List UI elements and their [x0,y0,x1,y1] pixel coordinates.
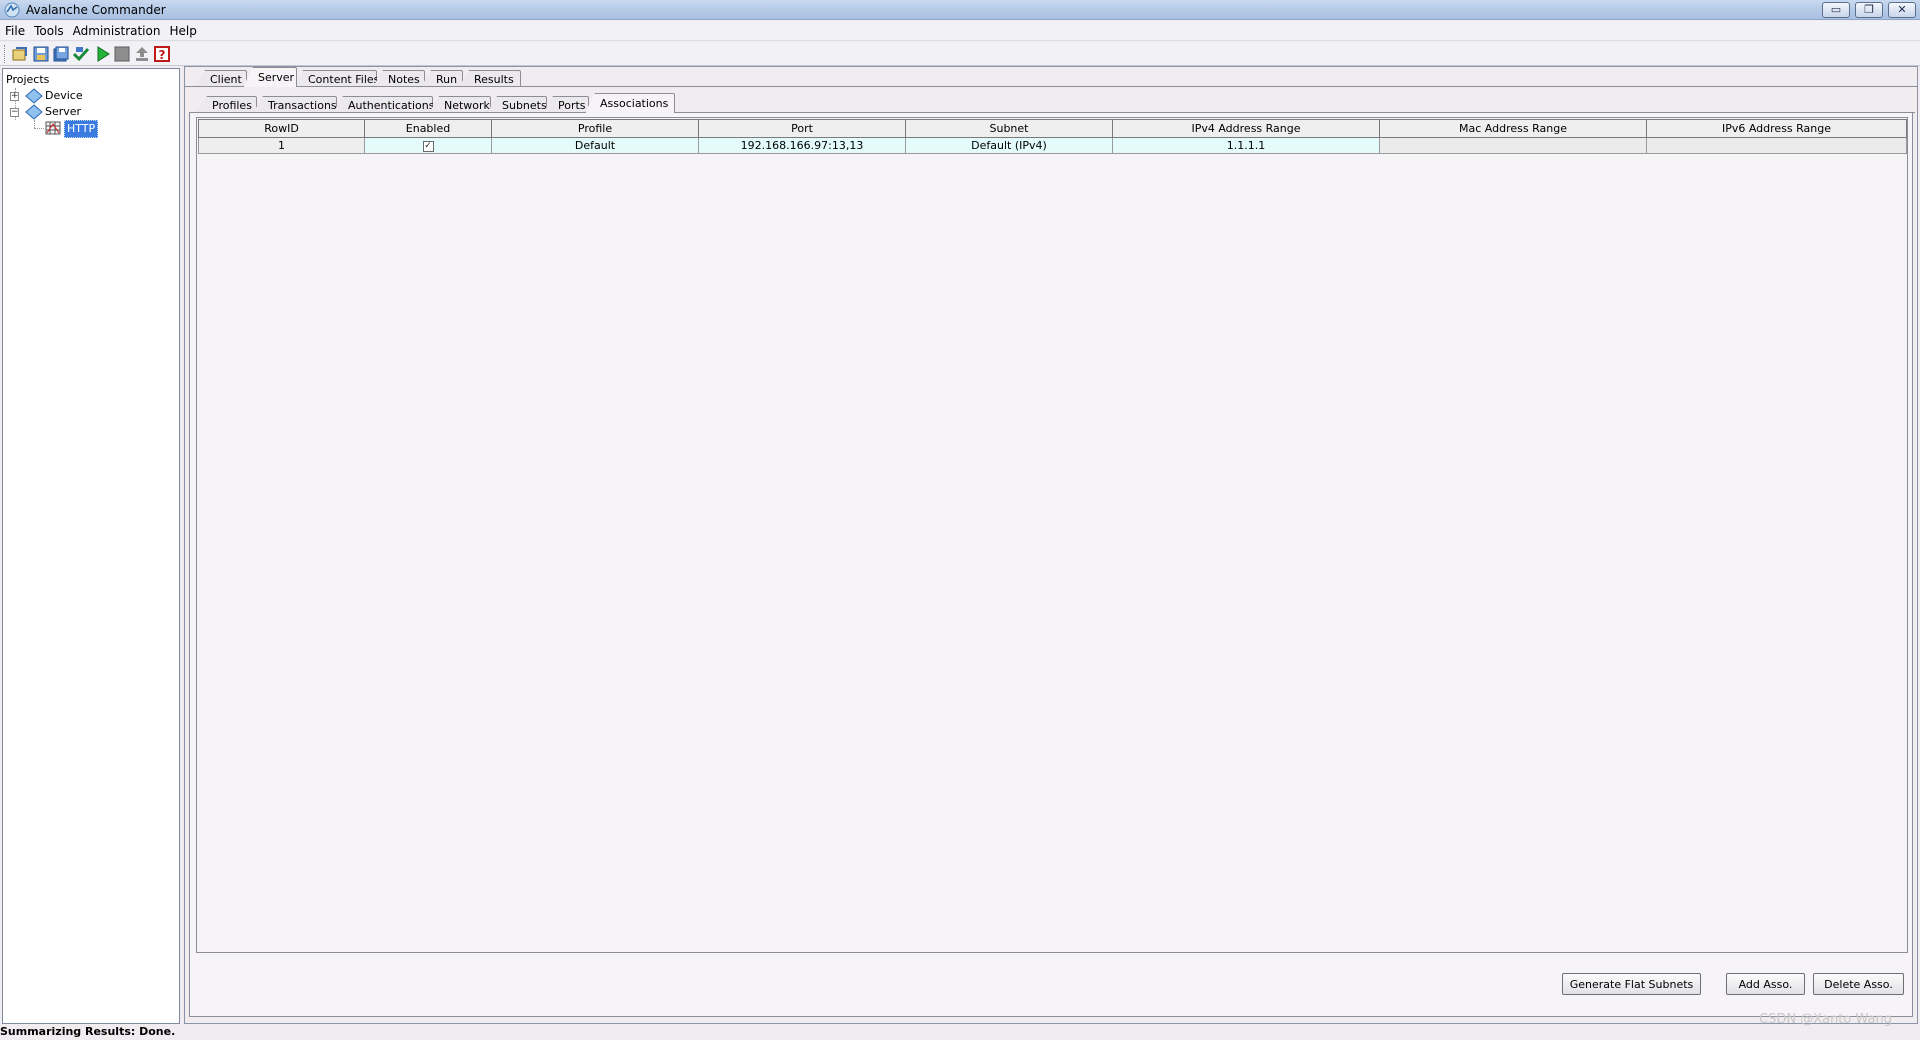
stop-icon[interactable] [114,46,130,62]
associations-panel: RowID Enabled Profile Port Subnet IPv4 A… [189,113,1913,1017]
tab-results[interactable]: Results [459,70,521,87]
tab-content-files[interactable]: Content Files [293,70,377,87]
restore-button[interactable]: ❐ [1855,2,1883,18]
menu-administration[interactable]: Administration [68,21,165,38]
tab-client[interactable]: Client [195,70,247,87]
menu-help[interactable]: Help [164,21,200,38]
open-project-icon[interactable] [12,46,28,62]
server-icon [25,104,43,120]
tab-transactions[interactable]: Transactions [253,96,337,113]
column-header-subnet[interactable]: Subnet [905,119,1113,138]
cell-rowid[interactable]: 1 [198,137,365,154]
help-icon[interactable]: ? [154,46,170,62]
minimize-button[interactable]: ▭ [1822,2,1850,18]
tab-ports[interactable]: Ports [543,96,589,113]
table-row[interactable]: 1 ✓ Default 192.168.166.97:13,13 Default… [198,137,1907,154]
cell-subnet[interactable]: Default (IPv4) [905,137,1113,154]
cell-enabled[interactable]: ✓ [364,137,492,154]
table-header-row: RowID Enabled Profile Port Subnet IPv4 A… [198,119,1907,138]
associations-table-container: RowID Enabled Profile Port Subnet IPv4 A… [196,117,1908,953]
main-panel: Client Server Content Files Notes Run Re… [184,66,1918,1024]
tree-item-http[interactable]: HTTP [3,120,173,138]
menu-file[interactable]: File [0,21,29,38]
app-logo-icon [4,2,20,18]
cell-port[interactable]: 192.168.166.97:13,13 [698,137,906,154]
http-grid-icon [45,121,61,135]
menu-bar: File Tools Administration Help [0,21,1920,41]
toolbar: ? [0,42,1920,66]
tab-network[interactable]: Network [429,96,491,113]
title-bar: Avalanche Commander ▭ ❐ ✕ [0,0,1920,20]
tree-item-device[interactable]: + Device [3,88,173,104]
delete-association-button[interactable]: Delete Asso. [1813,973,1904,995]
tree-item-label: HTTP [64,120,99,138]
column-header-rowid[interactable]: RowID [198,119,365,138]
tree-item-label: Server [45,105,82,118]
tab-notes[interactable]: Notes [373,70,425,87]
run-icon[interactable] [95,46,111,62]
cell-profile[interactable]: Default [491,137,699,154]
column-header-port[interactable]: Port [698,119,906,138]
window-title: Avalanche Commander [26,3,166,17]
collapse-toggle[interactable]: − [10,108,19,117]
enabled-checkbox[interactable]: ✓ [422,140,434,152]
associations-table: RowID Enabled Profile Port Subnet IPv4 A… [198,119,1907,154]
tree-item-server[interactable]: − Server [3,104,173,120]
device-icon [25,88,43,104]
tab-associations[interactable]: Associations [585,93,675,113]
expand-toggle[interactable]: + [10,92,19,101]
tab-run[interactable]: Run [421,70,463,87]
column-header-enabled[interactable]: Enabled [364,119,492,138]
tab-subnets[interactable]: Subnets [487,96,547,113]
tab-profiles[interactable]: Profiles [197,96,257,113]
add-association-button[interactable]: Add Asso. [1726,973,1805,995]
column-header-mac-range[interactable]: Mac Address Range [1379,119,1647,138]
column-header-ipv4-range[interactable]: IPv4 Address Range [1112,119,1380,138]
save-icon[interactable] [33,46,49,62]
close-button[interactable]: ✕ [1888,2,1916,18]
upload-icon[interactable] [134,46,150,62]
cell-ipv6-range[interactable] [1646,137,1907,154]
tree-root-label: Projects [6,73,50,86]
save-all-icon[interactable] [53,46,69,62]
svg-text:?: ? [159,48,166,62]
column-header-ipv6-range[interactable]: IPv6 Address Range [1646,119,1907,138]
menu-tools[interactable]: Tools [29,21,68,38]
check-icon[interactable] [73,46,89,62]
cell-mac-range[interactable] [1379,137,1647,154]
tree-item-label: Device [45,89,83,102]
tab-authentications[interactable]: Authentications [333,96,433,113]
generate-flat-subnets-button[interactable]: Generate Flat Subnets [1562,973,1701,995]
toolbar-grip [4,45,7,63]
cell-ipv4-range[interactable]: 1.1.1.1 [1112,137,1380,154]
tab-strip-border [185,86,1917,87]
status-bar: Summarizing Results: Done. [0,1025,176,1038]
project-tree: Projects + Device − Server HTTP [2,68,180,1024]
tab-server[interactable]: Server [243,67,297,87]
column-header-profile[interactable]: Profile [491,119,699,138]
